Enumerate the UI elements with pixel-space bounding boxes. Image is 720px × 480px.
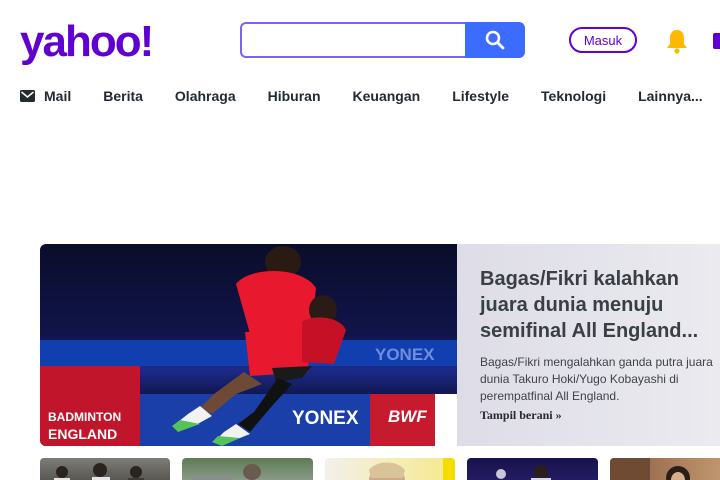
bell-icon: [667, 30, 687, 54]
hero-title[interactable]: Bagas/Fikri kalahkan juara dunia menuju …: [480, 266, 720, 344]
yahoo-logo[interactable]: yahoo!: [20, 18, 188, 68]
thumbnail-image: [192, 464, 261, 480]
nav-item-keuangan[interactable]: Keuangan: [353, 88, 421, 104]
nav-label: Lainnya...: [638, 88, 703, 104]
story-thumbnail[interactable]: [182, 458, 313, 480]
signin-label: Masuk: [583, 32, 623, 48]
search-input[interactable]: [240, 22, 465, 58]
thumbnail-image: [496, 465, 551, 480]
nav-item-olahraga[interactable]: Olahraga: [175, 88, 236, 104]
category-nav: Mail Berita Olahraga Hiburan Keuangan Li…: [20, 86, 703, 106]
badminton-celebration-photo: YONEX BADMINTON ENGLAND YONEX BWF: [40, 246, 457, 446]
story-thumbnail[interactable]: [610, 458, 720, 480]
board-text-center: YONEX: [292, 408, 359, 429]
story-thumbnail[interactable]: [40, 458, 170, 480]
nav-item-lainnya[interactable]: Lainnya...: [638, 88, 703, 104]
yahoo-logo-wordmark: yahoo!: [20, 18, 154, 66]
logo-text: yahoo!: [20, 18, 152, 66]
story-thumbnail[interactable]: [467, 458, 598, 480]
nav-label-mail: Mail: [44, 88, 72, 104]
hero-more-link[interactable]: Tampil berani »: [480, 408, 720, 423]
signin-button[interactable]: Masuk: [569, 27, 637, 53]
board-text-back: YONEX: [375, 345, 435, 364]
hero-story[interactable]: YONEX BADMINTON ENGLAND YONEX BWF Bagas/…: [40, 244, 720, 446]
nav-label: Hiburan: [267, 88, 321, 104]
hero-image[interactable]: YONEX BADMINTON ENGLAND YONEX BWF: [40, 244, 457, 446]
nav-label: Teknologi: [541, 88, 607, 104]
nav-item-berita[interactable]: Berita: [103, 88, 143, 104]
thumbnail-image: [610, 458, 690, 480]
yahoo-homepage: yahoo! Masuk Mail Berita Olahraga Hibura…: [0, 0, 720, 480]
mail-icon: [20, 90, 35, 102]
thumbnail-image: [369, 458, 455, 480]
notification-button[interactable]: [663, 27, 691, 55]
nav-item-hiburan[interactable]: Hiburan: [268, 88, 321, 104]
story-thumbnail[interactable]: [325, 458, 455, 480]
nav-label: Lifestyle: [452, 88, 510, 104]
nav-label: Berita: [103, 88, 143, 104]
nav-item-mail[interactable]: Mail: [20, 88, 71, 104]
mail-edge-icon[interactable]: [713, 33, 720, 49]
nav-label: Olahraga: [174, 88, 236, 104]
thumbnail-image: [54, 463, 144, 480]
board-text-left-top: BADMINTON: [48, 410, 121, 424]
search-button[interactable]: [465, 22, 525, 58]
nav-item-lifestyle[interactable]: Lifestyle: [452, 88, 509, 104]
nav-item-teknologi[interactable]: Teknologi: [541, 88, 606, 104]
board-text-right: BWF: [388, 407, 427, 426]
search-bar: [240, 22, 525, 58]
hero-text-panel: Bagas/Fikri kalahkan juara dunia menuju …: [457, 244, 720, 446]
search-icon: [485, 30, 505, 50]
hero-summary: Bagas/Fikri mengalahkan ganda putra juar…: [480, 355, 713, 403]
nav-label: Keuangan: [352, 88, 421, 104]
board-text-left-bottom: ENGLAND: [48, 426, 117, 442]
